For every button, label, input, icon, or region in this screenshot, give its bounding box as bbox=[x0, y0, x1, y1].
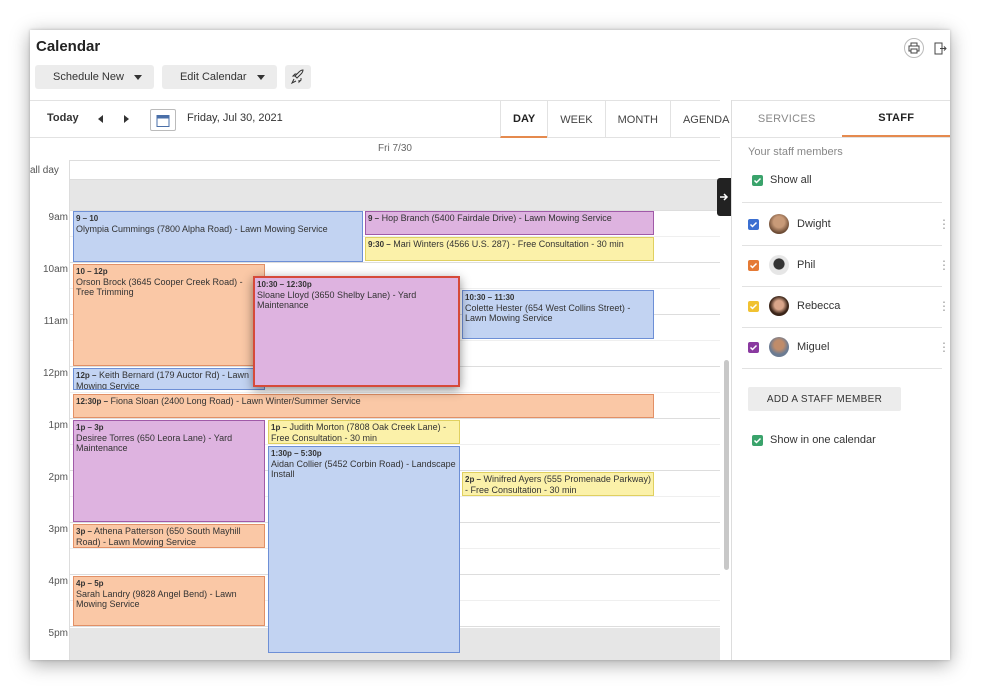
hour-label: 10am bbox=[42, 264, 68, 275]
day-calendar-grid: Fri 7/30 all day 9am 10am 11am 12pm 1pm … bbox=[30, 138, 720, 660]
calendar-event[interactable]: 4p – 5p Sarah Landry (9828 Angel Bend) - … bbox=[73, 576, 265, 626]
checkbox-checked-icon[interactable] bbox=[748, 259, 759, 271]
hour-label: 2pm bbox=[48, 472, 68, 483]
print-button[interactable] bbox=[904, 38, 924, 58]
caret-down-icon bbox=[133, 74, 142, 80]
show-in-one-calendar-checkbox[interactable]: Show in one calendar bbox=[752, 434, 876, 446]
add-staff-button[interactable]: ADD A STAFF MEMBER bbox=[748, 387, 901, 411]
calendar-event[interactable]: 1p – Judith Morton (7808 Oak Creek Lane)… bbox=[268, 420, 460, 444]
tab-week[interactable]: WEEK bbox=[547, 101, 604, 138]
today-button[interactable]: Today bbox=[47, 112, 79, 124]
calendar-event[interactable]: 10:30 – 11:30 Colette Hester (654 West Co… bbox=[462, 290, 654, 339]
more-options-icon[interactable]: ⋮ bbox=[938, 340, 950, 354]
hour-label: 9am bbox=[48, 212, 68, 223]
rocket-button[interactable] bbox=[284, 65, 311, 89]
arrow-right-icon bbox=[720, 193, 729, 201]
page-title: Calendar bbox=[36, 38, 101, 55]
calendar-event[interactable]: 9 – 10 Olympia Cummings (7800 Alpha Road)… bbox=[73, 211, 363, 262]
checkbox-checked-icon[interactable] bbox=[752, 174, 763, 186]
avatar bbox=[769, 214, 789, 234]
prev-day-icon[interactable] bbox=[98, 115, 103, 123]
date-navigation: Today Friday, Jul 30, 2021 DAY WEEK MONT… bbox=[30, 100, 729, 138]
more-options-icon[interactable]: ⋮ bbox=[938, 217, 950, 231]
calendar-event[interactable]: 1p – 3p Desiree Torres (650 Leora Lane) -… bbox=[73, 420, 265, 522]
edit-calendar-button[interactable]: Edit Calendar bbox=[161, 65, 277, 89]
export-button[interactable] bbox=[930, 38, 950, 58]
show-all-label: Show all bbox=[770, 174, 812, 186]
checkbox-checked-icon[interactable] bbox=[748, 341, 759, 353]
view-tabs: DAY WEEK MONTH AGENDA bbox=[500, 101, 741, 138]
staff-row-phil[interactable]: Phil ⋮ bbox=[748, 245, 950, 285]
calendar-event[interactable]: 3p – Athena Patterson (650 South Mayhill… bbox=[73, 524, 265, 548]
schedule-new-button[interactable]: Schedule New bbox=[35, 65, 154, 89]
hour-label: 12pm bbox=[42, 368, 68, 379]
date-picker-button[interactable] bbox=[150, 109, 176, 131]
staff-panel: SERVICES STAFF Your staff members Show a… bbox=[731, 100, 950, 660]
staff-row-dwight[interactable]: Dwight ⋮ bbox=[748, 204, 950, 244]
calendar-icon bbox=[156, 114, 170, 127]
calendar-event[interactable]: 1:30p – 5:30p Aidan Collier (5452 Corbin … bbox=[268, 446, 460, 653]
show-in-one-label: Show in one calendar bbox=[770, 434, 876, 446]
hour-label: 4pm bbox=[48, 576, 68, 587]
next-day-icon[interactable] bbox=[124, 115, 129, 123]
avatar bbox=[769, 255, 789, 275]
hour-label: 11am bbox=[43, 316, 68, 327]
tab-day[interactable]: DAY bbox=[500, 101, 548, 138]
export-icon bbox=[934, 42, 947, 54]
calendar-event[interactable]: 12p – Keith Bernard (179 Auctor Rd) - La… bbox=[73, 368, 265, 390]
edit-calendar-label: Edit Calendar bbox=[179, 71, 247, 83]
checkbox-checked-icon[interactable] bbox=[748, 300, 759, 312]
tab-staff[interactable]: STAFF bbox=[841, 101, 950, 137]
toggle-panel-button[interactable] bbox=[717, 178, 731, 216]
off-hours-block bbox=[70, 180, 720, 210]
staff-row-rebecca[interactable]: Rebecca ⋮ bbox=[748, 286, 950, 326]
hour-label: 3pm bbox=[48, 524, 68, 535]
calendar-scrollbar[interactable] bbox=[724, 360, 729, 570]
calendar-event-selected[interactable]: 10:30 – 12:30p Sloane Lloyd (3650 Shelby … bbox=[253, 276, 460, 387]
checkbox-checked-icon[interactable] bbox=[752, 434, 763, 446]
tab-month[interactable]: MONTH bbox=[604, 101, 670, 138]
avatar bbox=[769, 296, 789, 316]
schedule-new-label: Schedule New bbox=[53, 71, 124, 83]
day-header: Fri 7/30 bbox=[378, 143, 412, 154]
all-day-row[interactable] bbox=[70, 160, 720, 180]
show-all-checkbox[interactable]: Show all bbox=[752, 174, 812, 186]
all-day-label: all day bbox=[30, 165, 59, 176]
printer-icon bbox=[908, 42, 920, 54]
hour-label: 5pm bbox=[48, 628, 68, 639]
checkbox-checked-icon[interactable] bbox=[748, 218, 759, 230]
hour-label: 1pm bbox=[48, 420, 68, 431]
calendar-event[interactable]: 10 – 12p Orson Brock (3645 Cooper Creek R… bbox=[73, 264, 265, 366]
calendar-event[interactable]: 9 – Hop Branch (5400 Fairdale Drive) - L… bbox=[365, 211, 654, 235]
calendar-event[interactable]: 2p – Winifred Ayers (555 Promenade Parkw… bbox=[462, 472, 654, 496]
tab-services[interactable]: SERVICES bbox=[732, 101, 842, 137]
avatar bbox=[769, 337, 789, 357]
rocket-icon bbox=[290, 69, 304, 85]
caret-down-icon bbox=[256, 74, 265, 80]
current-date: Friday, Jul 30, 2021 bbox=[187, 112, 283, 124]
more-options-icon[interactable]: ⋮ bbox=[938, 258, 950, 272]
staff-heading: Your staff members bbox=[748, 146, 843, 158]
calendar-event[interactable]: 9:30 – Mari Winters (4566 U.S. 287) - Fr… bbox=[365, 237, 654, 261]
calendar-event[interactable]: 12:30p – Fiona Sloan (2400 Long Road) - … bbox=[73, 394, 654, 418]
calendar-app: Calendar Schedule New Edit Calendar Toda… bbox=[30, 30, 950, 660]
staff-row-miguel[interactable]: Miguel ⋮ bbox=[748, 327, 950, 367]
more-options-icon[interactable]: ⋮ bbox=[938, 299, 950, 313]
